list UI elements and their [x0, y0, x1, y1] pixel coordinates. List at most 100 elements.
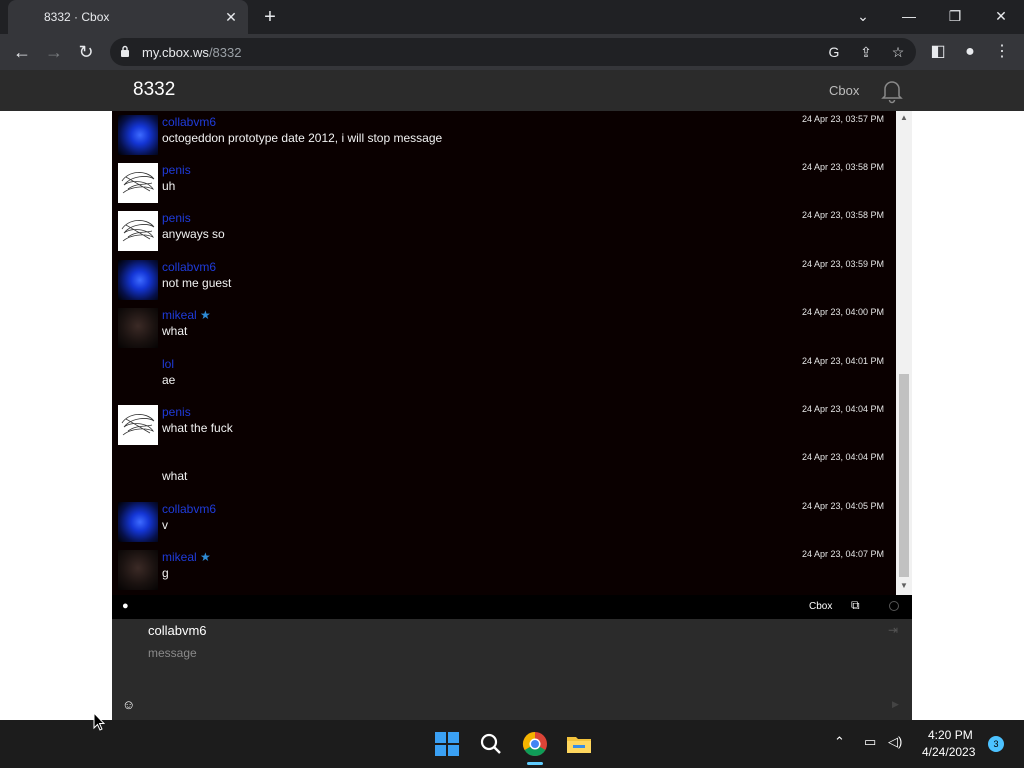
- star-badge-icon: ★: [196, 308, 211, 322]
- browser-tab-bar: 8332 · Cbox ✕ + ⌄ — ❐ ✕: [0, 0, 1024, 34]
- chat-message: penis uh 24 Apr 23, 03:58 PM: [112, 159, 896, 207]
- avatar[interactable]: [118, 502, 158, 542]
- browser-tab[interactable]: 8332 · Cbox ✕: [8, 0, 248, 34]
- chat-scrollbar[interactable]: ▲ ▼: [896, 111, 912, 595]
- network-icon[interactable]: ▭: [864, 734, 876, 750]
- message-timestamp: 24 Apr 23, 03:58 PM: [801, 210, 884, 220]
- url-text: my.cbox.ws/8332: [142, 45, 241, 60]
- emoji-icon[interactable]: ☺: [122, 697, 135, 712]
- message-timestamp: 24 Apr 23, 03:59 PM: [801, 259, 884, 269]
- message-timestamp: 24 Apr 23, 04:00 PM: [801, 307, 884, 317]
- back-button[interactable]: ←: [10, 40, 34, 64]
- chat-message: penis what the fuck 24 Apr 23, 04:04 PM: [112, 401, 896, 449]
- avatar[interactable]: [118, 308, 158, 348]
- user-icon[interactable]: ●: [122, 600, 136, 614]
- avatar[interactable]: [118, 115, 158, 155]
- clock-time[interactable]: 4:20 PM: [928, 728, 973, 742]
- new-tab-button[interactable]: +: [258, 6, 282, 28]
- clock-date[interactable]: 4/24/2023: [922, 745, 975, 759]
- username-text: penis: [162, 163, 191, 177]
- message-username[interactable]: penis: [162, 211, 191, 225]
- header-brand-link[interactable]: Cbox: [829, 83, 859, 98]
- message-text: what: [162, 324, 188, 338]
- chat-messages: collabvm6 octogeddon prototype date 2012,…: [112, 111, 896, 595]
- message-text: not me guest: [162, 276, 232, 290]
- bookmark-star-icon[interactable]: ☆: [888, 42, 908, 62]
- browser-toolbar: ← → ↻ my.cbox.ws/8332 G ⇪ ☆ ◧ ● ⋮: [0, 34, 1024, 70]
- menu-icon[interactable]: ⋮: [990, 40, 1014, 64]
- message-timestamp: 24 Apr 23, 04:07 PM: [801, 549, 884, 559]
- tab-title: 8332 · Cbox: [44, 10, 110, 24]
- share-icon[interactable]: ⇪: [856, 42, 876, 62]
- chat-message: mikeal ★ what 24 Apr 23, 04:00 PM: [112, 304, 896, 352]
- avatar[interactable]: [118, 405, 158, 445]
- message-input[interactable]: [148, 643, 868, 663]
- taskbar: ⌃ ▭ ◁) 4:20 PM 4/24/2023 3: [0, 720, 1024, 768]
- chat-message: penis anyways so 24 Apr 23, 03:58 PM: [112, 207, 896, 255]
- message-username[interactable]: penis: [162, 405, 191, 419]
- tab-search-icon[interactable]: ⌄: [848, 4, 878, 28]
- message-timestamp: 24 Apr 23, 04:01 PM: [801, 356, 884, 366]
- chat-message: collabvm6 octogeddon prototype date 2012,…: [112, 111, 896, 159]
- scroll-thumb[interactable]: [899, 374, 909, 577]
- username-text: lol: [162, 357, 175, 371]
- status-circle-icon[interactable]: [889, 601, 899, 611]
- reload-button[interactable]: ↻: [74, 40, 98, 64]
- sketch-avatar-image: [121, 172, 155, 194]
- popout-icon[interactable]: ⧉: [851, 598, 860, 613]
- avatar[interactable]: [118, 211, 158, 251]
- chevron-up-icon[interactable]: ⌃: [834, 734, 845, 750]
- bell-icon[interactable]: [879, 78, 905, 104]
- windows-start-icon[interactable]: [431, 728, 463, 760]
- scroll-down-icon[interactable]: ▼: [896, 581, 912, 593]
- avatar[interactable]: [118, 550, 158, 590]
- username-text: penis: [162, 405, 191, 419]
- side-panel-icon[interactable]: ◧: [926, 40, 950, 64]
- avatar[interactable]: [118, 260, 158, 300]
- file-explorer-icon[interactable]: [563, 728, 595, 760]
- forward-button[interactable]: →: [42, 40, 66, 64]
- sketch-avatar-image: [121, 220, 155, 242]
- message-username[interactable]: lol: [162, 357, 174, 371]
- chat-message: lol ae 24 Apr 23, 04:01 PM: [112, 353, 896, 401]
- message-username[interactable]: collabvm6: [162, 260, 216, 274]
- username-text: mikeal: [162, 308, 197, 322]
- chat-message: collabvm6 v 24 Apr 23, 04:05 PM: [112, 498, 896, 546]
- google-icon[interactable]: G: [824, 42, 844, 62]
- message-timestamp: 24 Apr 23, 03:57 PM: [801, 114, 884, 124]
- minimize-button[interactable]: —: [894, 4, 924, 28]
- url-host: my.cbox.ws: [142, 45, 209, 60]
- notification-badge[interactable]: 3: [988, 736, 1004, 752]
- compose-username[interactable]: collabvm6: [148, 623, 207, 638]
- page-title: 8332: [133, 79, 176, 100]
- avatar[interactable]: [118, 163, 158, 203]
- mouse-cursor-icon: [93, 712, 105, 731]
- message-username[interactable]: collabvm6: [162, 115, 216, 129]
- search-icon[interactable]: [475, 728, 507, 760]
- volume-icon[interactable]: ◁): [888, 734, 902, 750]
- message-username[interactable]: penis: [162, 163, 191, 177]
- scroll-up-icon[interactable]: ▲: [896, 113, 912, 125]
- message-username[interactable]: mikeal ★: [162, 550, 211, 564]
- username-text: collabvm6: [162, 260, 217, 274]
- chrome-icon[interactable]: [519, 728, 551, 760]
- username-text: collabvm6: [162, 115, 217, 129]
- address-bar[interactable]: my.cbox.ws/8332 G ⇪ ☆: [110, 38, 916, 66]
- message-text: uh: [162, 179, 176, 193]
- lock-icon: [121, 45, 129, 57]
- message-text: anyways so: [162, 227, 225, 241]
- sign-in-icon[interactable]: ⇥: [888, 623, 898, 637]
- restore-button[interactable]: ❐: [940, 4, 970, 28]
- message-text: v: [162, 518, 168, 532]
- close-window-button[interactable]: ✕: [986, 4, 1016, 28]
- message-username[interactable]: collabvm6: [162, 502, 216, 516]
- message-text: ae: [162, 373, 176, 387]
- profile-icon[interactable]: ●: [958, 40, 982, 64]
- footer-brand-link[interactable]: Cbox: [809, 601, 832, 612]
- chat-footer: ● Cbox ⧉: [112, 595, 912, 619]
- send-icon[interactable]: ▶: [892, 699, 899, 710]
- star-badge-icon: ★: [196, 550, 211, 564]
- message-text: g: [162, 566, 169, 580]
- message-username[interactable]: mikeal ★: [162, 308, 211, 322]
- close-tab-icon[interactable]: ✕: [222, 8, 240, 26]
